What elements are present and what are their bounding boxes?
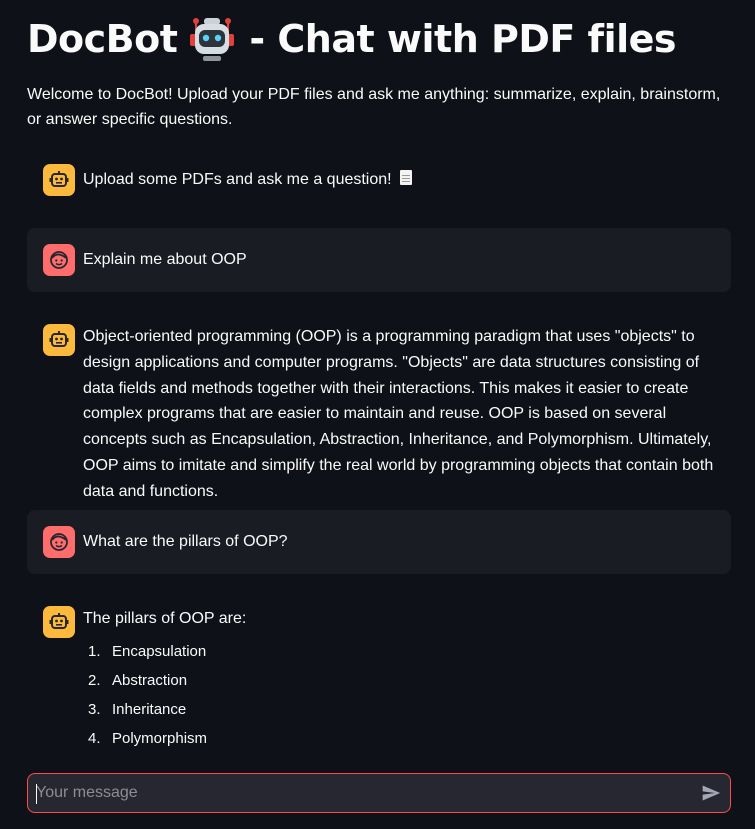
list-number: 3. (88, 701, 101, 719)
page-icon (400, 170, 413, 185)
chat-message-assistant: Upload some PDFs and ask me a question! (27, 148, 731, 212)
chat-message-user: What are the pillars of OOP? (27, 510, 731, 574)
user-avatar (43, 244, 75, 276)
smiley-icon (50, 533, 68, 551)
list-number: 2. (88, 672, 101, 690)
list-item: 2. Abstraction (83, 667, 723, 696)
robot-icon (49, 331, 69, 347)
chat-message-input[interactable] (28, 774, 692, 812)
chat-input-bar (27, 773, 731, 813)
assistant-avatar (43, 324, 75, 356)
list-item: 1. Encapsulation (83, 638, 723, 667)
title-docbot: DocBot (27, 17, 178, 61)
list-number: 1. (88, 643, 101, 661)
send-button[interactable] (692, 774, 730, 812)
user-avatar (43, 526, 75, 558)
list-label: Inheritance (112, 701, 187, 719)
chat-message-assistant: The pillars of OOP are: 1. Encapsulation … (27, 590, 731, 766)
page-title: DocBot - Chat with PDF files (27, 14, 677, 64)
send-icon (702, 785, 721, 801)
assistant-avatar (43, 164, 75, 196)
pillars-list: 1. Encapsulation 2. Abstraction 3. Inherita… (83, 638, 723, 754)
message-content: The pillars of OOP are: 1. Encapsulation … (83, 606, 723, 754)
message-content: Upload some PDFs and ask me a question! (83, 167, 723, 193)
robot-icon (190, 18, 235, 61)
list-label: Abstraction (112, 672, 188, 690)
list-number: 4. (88, 730, 101, 748)
robot-icon (49, 613, 69, 629)
message-text: What are the pillars of OOP? (83, 533, 288, 550)
list-label: Encapsulation (112, 643, 207, 661)
robot-icon (49, 171, 69, 187)
list-item: 3. Inheritance (83, 696, 723, 725)
message-text: Upload some PDFs and ask me a question! (83, 171, 392, 188)
message-text: Explain me about OOP (83, 251, 247, 268)
welcome-text: Welcome to DocBot! Upload your PDF files… (27, 86, 721, 128)
message-text: Object-oriented programming (OOP) is a p… (83, 328, 714, 500)
list-label: Polymorphism (112, 730, 208, 748)
title-subtitle: - Chat with PDF files (249, 17, 677, 61)
message-text: The pillars of OOP are: (83, 610, 247, 627)
chat-message-assistant: Object-oriented programming (OOP) is a p… (27, 310, 731, 500)
list-item: 4. Polymorphism (83, 725, 723, 754)
chat-message-user: Explain me about OOP (27, 228, 731, 292)
text-caret (36, 784, 37, 804)
assistant-avatar (43, 606, 75, 638)
smiley-icon (50, 251, 68, 269)
